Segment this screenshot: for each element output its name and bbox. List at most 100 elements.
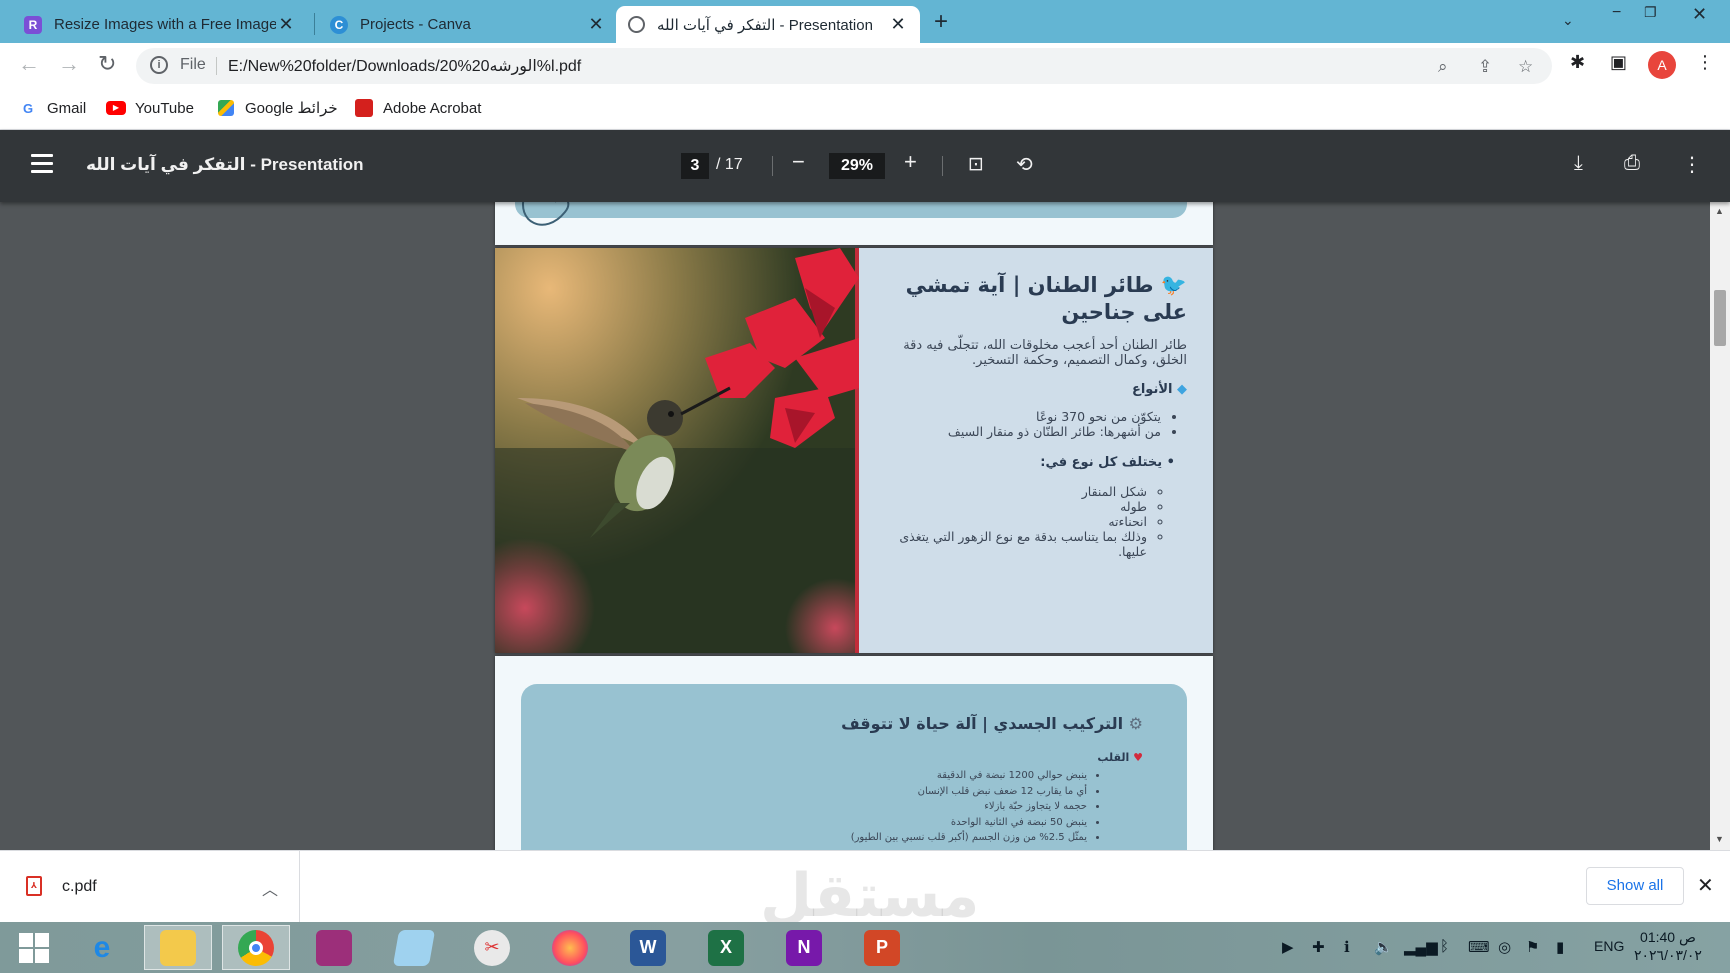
- fit-page-icon[interactable]: ⊡: [968, 153, 984, 176]
- internet-explorer-app[interactable]: e: [68, 925, 136, 970]
- word-app[interactable]: W: [614, 925, 682, 970]
- close-tab-icon[interactable]: ✕: [586, 14, 606, 35]
- close-tab-icon[interactable]: ✕: [276, 14, 296, 35]
- bookmark-adobe-acrobat[interactable]: Adobe Acrobat: [354, 99, 481, 117]
- zoom-out-icon[interactable]: −: [792, 149, 805, 175]
- firefox-icon: [552, 929, 588, 966]
- acrobat-icon: [354, 99, 374, 117]
- excel-app[interactable]: X: [692, 925, 760, 970]
- bird-emoji-icon: 🐦: [1160, 273, 1187, 297]
- list-item: انحناءته: [879, 514, 1147, 529]
- tab-resize-images[interactable]: R Resize Images with a Free Image ✕: [12, 6, 308, 43]
- chrome-menu-icon[interactable]: ⋮: [1696, 52, 1714, 73]
- scroll-down-arrow-icon[interactable]: ▼: [1715, 834, 1724, 844]
- zoom-in-icon[interactable]: +: [904, 149, 917, 175]
- media-player-tray-icon[interactable]: ▶: [1282, 938, 1294, 956]
- show-all-button[interactable]: Show all: [1586, 867, 1684, 905]
- start-button[interactable]: [0, 925, 68, 970]
- flag-icon[interactable]: ⚑: [1526, 938, 1539, 956]
- forward-button[interactable]: →: [58, 51, 80, 77]
- chevron-up-icon[interactable]: ︿: [262, 876, 278, 900]
- heart-facts-list: ينبض حوالي 1200 نبضة في الدقيقة أي ما يق…: [521, 768, 1143, 846]
- bookmark-youtube[interactable]: ▶ YouTube: [106, 99, 194, 117]
- clock-date: ٢٠٢٦/٠٣/٠٢: [1634, 947, 1702, 963]
- rotate-icon[interactable]: ⟲: [1016, 152, 1033, 177]
- canva-favicon-icon: C: [330, 15, 348, 34]
- zoom-level-input[interactable]: 29%: [829, 153, 885, 179]
- powerpoint-app[interactable]: P: [848, 925, 916, 970]
- folder-icon: [160, 929, 196, 966]
- list-item: يمثّل 2.5% من وزن الجسم (أكبر قلب نسبي ب…: [521, 830, 1087, 846]
- close-window-button[interactable]: ✕: [1692, 4, 1707, 25]
- differs-heading: • يختلف كل نوع في:: [1040, 455, 1175, 470]
- pdf-document-area[interactable]: 🐦 طائر الطنان | آية تمشي على جناحين طائر…: [0, 202, 1710, 850]
- pdf-sidebar-menu-icon[interactable]: [31, 154, 53, 178]
- pdf-scrollbar[interactable]: ▲ ▼: [1710, 202, 1730, 850]
- pdf-more-menu-icon[interactable]: ⋮: [1682, 152, 1702, 177]
- pdf-page-3: 🐦 طائر الطنان | آية تمشي على جناحين طائر…: [495, 248, 1213, 653]
- side-panel-icon[interactable]: ▣: [1610, 52, 1627, 73]
- battery-icon[interactable]: ▮: [1556, 938, 1564, 956]
- reload-button[interactable]: ↻: [98, 51, 116, 77]
- extensions-icon[interactable]: ✱: [1570, 52, 1585, 73]
- bookmark-google-maps[interactable]: Google خرائط: [216, 99, 338, 117]
- onenote-app[interactable]: N: [770, 925, 838, 970]
- snipping-tool-app[interactable]: ✂: [458, 925, 526, 970]
- next-slide-title: ⚙ التركيب الجسدي | آلة حياة لا تتوقف: [841, 714, 1143, 733]
- info-tray-icon[interactable]: ℹ: [1344, 938, 1350, 956]
- windows-taskbar: e ✂ W X N P ▶ ✚ ℹ 🔈 ▂▄▆ ᛒ ⌨ ◎ ⚑ ▮ ENG 01…: [0, 922, 1730, 973]
- language-indicator[interactable]: ENG: [1594, 938, 1624, 954]
- notepad-icon: [392, 929, 436, 966]
- maps-icon: [216, 99, 236, 117]
- download-icon[interactable]: ⤓: [1574, 152, 1583, 175]
- scroll-up-arrow-icon[interactable]: ▲: [1715, 206, 1724, 216]
- file-explorer-app[interactable]: [144, 925, 212, 970]
- keyboard-tray-icon[interactable]: ⌨: [1468, 938, 1490, 956]
- browser-toolbar: ← → ↻ i File E:/New%20folder/Downloads/2…: [0, 43, 1730, 89]
- list-item: من أشهرها: طائر الطنّان ذو منقار السيف: [879, 424, 1161, 439]
- pdf-document-title: التفكر في آيات الله - Presentation: [86, 155, 364, 174]
- winrar-app[interactable]: [300, 925, 368, 970]
- differs-list: شكل المنقار طوله انحناءته وذلك بما يتناس…: [879, 484, 1187, 559]
- notepad-app[interactable]: [380, 925, 448, 970]
- tab-search-chevron-icon[interactable]: ⌄: [1562, 12, 1574, 29]
- url-text[interactable]: E:/New%20folder/Downloads/20%20الورشه%l.…: [228, 56, 581, 76]
- new-tab-button[interactable]: +: [934, 8, 948, 36]
- tab-presentation[interactable]: التفكر في آيات الله - Presentation ✕: [616, 6, 920, 43]
- back-button[interactable]: ←: [18, 51, 40, 77]
- close-shelf-icon[interactable]: ✕: [1697, 873, 1714, 898]
- restore-button[interactable]: ❐: [1644, 4, 1657, 21]
- share-icon[interactable]: ⇪: [1478, 57, 1492, 77]
- antivirus-tray-icon[interactable]: ◎: [1498, 938, 1511, 956]
- watermark-logo: مستقل: [760, 861, 980, 931]
- address-bar[interactable]: i File E:/New%20folder/Downloads/20%20ال…: [136, 48, 1552, 84]
- profile-avatar[interactable]: A: [1648, 51, 1676, 79]
- internet-explorer-icon: e: [93, 930, 111, 964]
- volume-icon[interactable]: 🔈: [1374, 938, 1393, 956]
- tab-canva[interactable]: C Projects - Canva ✕: [318, 6, 618, 43]
- bookmark-star-icon[interactable]: ☆: [1518, 57, 1533, 77]
- tab-separator: [314, 13, 315, 35]
- print-icon[interactable]: ⎙: [1624, 152, 1640, 175]
- onenote-icon: N: [786, 929, 822, 966]
- network-signal-icon[interactable]: ▂▄▆: [1404, 938, 1438, 956]
- excel-icon: X: [708, 929, 744, 966]
- firefox-app[interactable]: [536, 925, 604, 970]
- pdf-file-icon: ⅄: [26, 876, 42, 896]
- google-icon: G: [22, 100, 34, 116]
- bookmark-label: Adobe Acrobat: [383, 99, 482, 117]
- site-info-icon[interactable]: i: [150, 56, 168, 74]
- chrome-icon: [238, 929, 274, 966]
- system-clock[interactable]: 01:40 ص ٢٠٢٦/٠٣/٠٢: [1634, 928, 1702, 964]
- scrollbar-thumb[interactable]: [1714, 290, 1726, 346]
- download-item[interactable]: ⅄ c.pdf ︿: [0, 851, 300, 923]
- youtube-icon: ▶: [106, 99, 126, 117]
- page-number-input[interactable]: 3: [681, 153, 709, 179]
- zoom-icon[interactable]: ⌕: [1438, 57, 1448, 77]
- minimize-button[interactable]: −: [1612, 4, 1621, 22]
- bluetooth-icon[interactable]: ᛒ: [1440, 938, 1449, 955]
- bookmark-gmail[interactable]: G Gmail: [18, 99, 86, 117]
- close-tab-icon[interactable]: ✕: [888, 14, 908, 35]
- chrome-app[interactable]: [222, 925, 290, 970]
- plus-tray-icon[interactable]: ✚: [1312, 938, 1325, 956]
